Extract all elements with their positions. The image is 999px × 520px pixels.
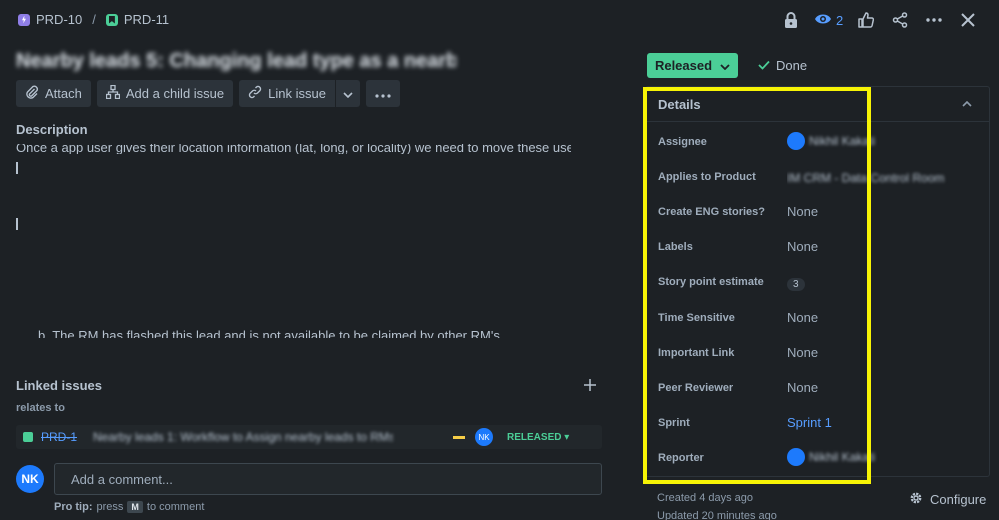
gear-icon bbox=[908, 490, 924, 509]
story-icon bbox=[105, 13, 118, 26]
close-icon[interactable] bbox=[957, 9, 979, 31]
linked-issue-row[interactable]: PRD-1 Nearby leads 1: Workflow to Assign… bbox=[16, 425, 602, 449]
watch-count: 2 bbox=[836, 12, 844, 28]
resolution-status: Done bbox=[758, 58, 807, 73]
avatar: NK bbox=[16, 465, 44, 493]
created-timestamp: Created 4 days ago bbox=[657, 492, 754, 504]
description-marker bbox=[16, 218, 18, 230]
resolution-label: Done bbox=[776, 58, 808, 73]
description-text[interactable]: Once a app user gives their location inf… bbox=[16, 144, 571, 154]
keyboard-shortcut: M bbox=[127, 501, 143, 513]
epic-icon bbox=[18, 13, 30, 26]
linked-issues-heading: Linked issues bbox=[16, 378, 102, 393]
linked-issue-status[interactable]: RELEASED ▾ bbox=[507, 432, 569, 443]
chevron-down-icon bbox=[720, 58, 730, 73]
linked-issue-summary[interactable]: Nearby leads 1: Workflow to Assign nearb… bbox=[93, 430, 393, 444]
avatar: NK bbox=[475, 428, 494, 446]
add-child-issue-button[interactable]: Add a child issue bbox=[96, 80, 234, 107]
link-issue-dropdown[interactable] bbox=[334, 80, 360, 107]
breadcrumb-parent-link[interactable]: PRD-10 bbox=[36, 12, 82, 27]
status-dropdown-button[interactable]: Released bbox=[647, 53, 738, 78]
configure-button[interactable]: Configure bbox=[908, 490, 986, 509]
lock-icon[interactable] bbox=[780, 9, 802, 31]
check-icon bbox=[758, 58, 770, 73]
watch-button[interactable]: 2 bbox=[814, 13, 843, 28]
chevron-down-icon: ▾ bbox=[564, 431, 570, 443]
issue-toolbar: Attach Add a child issue Link issue bbox=[16, 80, 400, 107]
link-issue-button[interactable]: Link issue bbox=[239, 80, 335, 107]
comment-pro-tip: Pro tip: press M to comment bbox=[54, 501, 204, 513]
issue-title[interactable]: Nearby leads 5: Changing lead type as a … bbox=[16, 50, 456, 72]
highlight-annotation-box bbox=[643, 87, 871, 484]
configure-label: Configure bbox=[930, 492, 987, 507]
description-heading: Description bbox=[16, 122, 88, 137]
paperclip-icon bbox=[25, 85, 39, 102]
add-child-label: Add a child issue bbox=[125, 86, 225, 101]
priority-medium-icon bbox=[453, 435, 466, 439]
link-relation-label: relates to bbox=[16, 402, 65, 414]
description-last-line: b. The RM has flashed this lead and is n… bbox=[38, 328, 504, 338]
more-icon[interactable] bbox=[923, 9, 945, 31]
attach-button[interactable]: Attach bbox=[16, 80, 91, 107]
link-issue-label: Link issue bbox=[268, 86, 326, 101]
issue-actions-bar: 2 bbox=[780, 9, 979, 31]
link-issue-button-group: Link issue bbox=[239, 80, 360, 107]
link-icon bbox=[248, 85, 262, 102]
breadcrumb-separator: / bbox=[92, 12, 96, 27]
add-linked-issue-button[interactable] bbox=[584, 376, 596, 394]
story-icon bbox=[23, 432, 33, 442]
status-label: Released bbox=[654, 58, 713, 73]
linked-issue-key[interactable]: PRD-1 bbox=[41, 430, 77, 444]
attach-label: Attach bbox=[45, 86, 82, 101]
chevron-down-icon bbox=[343, 86, 353, 101]
chevron-up-icon[interactable] bbox=[962, 95, 972, 110]
breadcrumb-issue-link[interactable]: PRD-11 bbox=[124, 12, 169, 27]
protip-suffix: to comment bbox=[146, 501, 205, 513]
thumbs-up-icon[interactable] bbox=[855, 9, 877, 31]
hierarchy-icon bbox=[105, 84, 121, 102]
eye-icon bbox=[814, 13, 832, 28]
more-actions-button[interactable] bbox=[365, 80, 400, 107]
linked-issue-status-label: RELEASED bbox=[507, 431, 562, 443]
protip-label: Pro tip: bbox=[54, 501, 93, 513]
updated-timestamp: Updated 20 minutes ago bbox=[657, 510, 777, 520]
more-icon bbox=[375, 86, 391, 101]
description-marker bbox=[16, 162, 18, 174]
comment-input[interactable]: Add a comment... bbox=[54, 463, 602, 495]
description-first-line: Once a app user gives their location inf… bbox=[16, 144, 571, 154]
protip-press: press bbox=[96, 501, 124, 513]
share-icon[interactable] bbox=[889, 9, 911, 31]
breadcrumb: PRD-10 / PRD-11 bbox=[18, 12, 169, 27]
plus-icon bbox=[584, 379, 596, 391]
description-list-item: b. The RM has flashed this lead and is n… bbox=[38, 326, 503, 338]
